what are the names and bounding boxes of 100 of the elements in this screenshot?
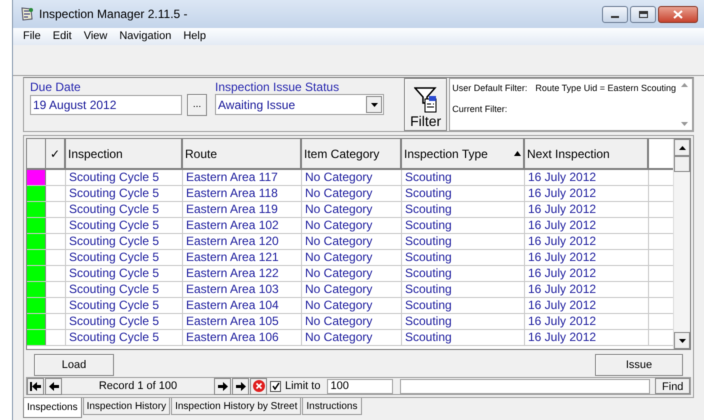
menu-item[interactable]: Navigation <box>119 28 172 45</box>
table-cell: No Category <box>302 186 402 201</box>
close-button[interactable] <box>658 6 698 22</box>
table-cell: Eastern Area 118 <box>183 186 302 201</box>
load-button[interactable]: Load <box>34 354 114 376</box>
menu-item[interactable]: Edit <box>52 28 72 45</box>
sort-arrow-icon <box>514 151 521 156</box>
table-cell: Scouting <box>402 250 525 265</box>
limit-field[interactable]: 100 <box>327 378 394 394</box>
table-cell: Scouting Cycle 5 <box>66 218 183 233</box>
table-cell: No Category <box>302 202 402 217</box>
table-cell: Scouting Cycle 5 <box>66 202 183 217</box>
table-cell: No Category <box>302 234 402 249</box>
table-cell: Eastern Area 102 <box>183 218 302 233</box>
table-cell: No Category <box>302 330 402 345</box>
table-cell: Eastern Area 103 <box>183 282 302 297</box>
filter-button[interactable]: Filter <box>404 78 448 131</box>
tab[interactable]: Inspection History by Street <box>171 398 302 415</box>
table-cell: 16 July 2012 <box>525 330 649 345</box>
menu-item[interactable]: Help <box>183 28 206 45</box>
table-cell: Scouting <box>402 234 525 249</box>
table-cell: 16 July 2012 <box>525 170 649 185</box>
table-cell: No Category <box>302 298 402 313</box>
column-header[interactable]: Inspection Type <box>402 139 525 168</box>
filter-label: Current Filter: <box>452 104 508 115</box>
status-dropdown[interactable]: Awaiting Issue <box>215 94 384 115</box>
table-cell: Eastern Area 121 <box>183 250 302 265</box>
first-record-button[interactable] <box>27 378 44 394</box>
minimize-button[interactable] <box>602 6 628 22</box>
field-label: Inspection Issue Status <box>215 80 340 94</box>
table-cell: Eastern Area 117 <box>183 170 302 185</box>
first-arrow-icon <box>30 382 41 390</box>
table-cell: Scouting <box>402 298 525 313</box>
table-cell: Eastern Area 105 <box>183 314 302 329</box>
table-cell: Scouting Cycle 5 <box>66 234 183 249</box>
left-arrow-icon <box>48 382 58 390</box>
table-cell: Eastern Area 104 <box>183 298 302 313</box>
limit-label: Limit to <box>285 378 320 394</box>
table-cell: No Category <box>302 282 402 297</box>
table-cell: No Category <box>302 218 402 233</box>
table-cell: Eastern Area 122 <box>183 266 302 281</box>
table-cell: No Category <box>302 266 402 281</box>
table-cell: Scouting Cycle 5 <box>66 298 183 313</box>
record-counter: Record 1 of 100 <box>98 378 178 394</box>
funnel-icon <box>414 87 438 113</box>
search-field[interactable] <box>400 378 650 394</box>
limit-checkbox[interactable] <box>270 380 281 392</box>
find-button[interactable]: Find <box>655 378 690 394</box>
last-record-button[interactable] <box>232 378 249 394</box>
date-field[interactable]: 19 August 2012 <box>30 95 182 115</box>
filter-value: Route Type Uid = Eastern Scouting <box>535 83 676 94</box>
table-cell: 16 July 2012 <box>525 218 649 233</box>
table-cell: Scouting Cycle 5 <box>66 250 183 265</box>
window-title: Inspection Manager 2.11.5 - <box>39 6 188 23</box>
vertical-scrollbar[interactable] <box>673 139 690 349</box>
table-cell: 16 July 2012 <box>525 314 649 329</box>
table-cell: 16 July 2012 <box>525 266 649 281</box>
table-cell: Scouting <box>402 282 525 297</box>
table-cell: Scouting <box>402 218 525 233</box>
menu-item[interactable]: File <box>23 28 41 45</box>
column-header[interactable]: Inspection <box>66 139 183 168</box>
table-cell: Eastern Area 106 <box>183 330 302 345</box>
table-cell: 16 July 2012 <box>525 298 649 313</box>
table-cell: 16 July 2012 <box>525 282 649 297</box>
table-cell: 16 July 2012 <box>525 202 649 217</box>
table-cell: Scouting <box>402 314 525 329</box>
tab[interactable]: Inspections <box>23 398 82 418</box>
table-cell: Scouting <box>402 330 525 345</box>
maximize-button[interactable] <box>630 6 656 22</box>
table-cell: 16 July 2012 <box>525 186 649 201</box>
scroll-up-icon[interactable] <box>678 146 686 150</box>
table-cell: Scouting Cycle 5 <box>66 186 183 201</box>
menu-item[interactable]: View <box>84 28 108 45</box>
previous-record-button[interactable] <box>45 378 62 394</box>
table-cell: Scouting Cycle 5 <box>66 330 183 345</box>
table-cell: 16 July 2012 <box>525 250 649 265</box>
field-label: Due Date <box>30 80 82 94</box>
scroll-down-icon[interactable] <box>678 338 686 342</box>
date-picker-button[interactable]: ... <box>187 94 207 116</box>
table-cell: No Category <box>302 250 402 265</box>
table-cell: Eastern Area 120 <box>183 234 302 249</box>
table-cell: No Category <box>302 170 402 185</box>
column-header[interactable]: Item Category <box>302 139 402 168</box>
cancel-icon <box>252 380 264 392</box>
column-header[interactable]: ✓ <box>46 139 66 168</box>
next-record-button[interactable] <box>214 378 231 394</box>
issue-button[interactable]: Issue <box>595 354 683 376</box>
filter-label: User Default Filter: <box>452 83 528 94</box>
column-header[interactable]: Next Inspection <box>525 139 649 168</box>
tab[interactable]: Instructions <box>302 398 362 415</box>
table-cell: Scouting Cycle 5 <box>66 314 183 329</box>
table-cell: Scouting Cycle 5 <box>66 266 183 281</box>
table-cell: 16 July 2012 <box>525 234 649 249</box>
table-cell: Scouting <box>402 202 525 217</box>
column-header[interactable]: Route <box>183 139 302 168</box>
scroll-thumb[interactable] <box>674 156 690 172</box>
close-icon <box>673 10 683 18</box>
table-cell: Scouting <box>402 170 525 185</box>
tab[interactable]: Inspection History <box>82 398 170 415</box>
cancel-button[interactable] <box>250 378 267 394</box>
